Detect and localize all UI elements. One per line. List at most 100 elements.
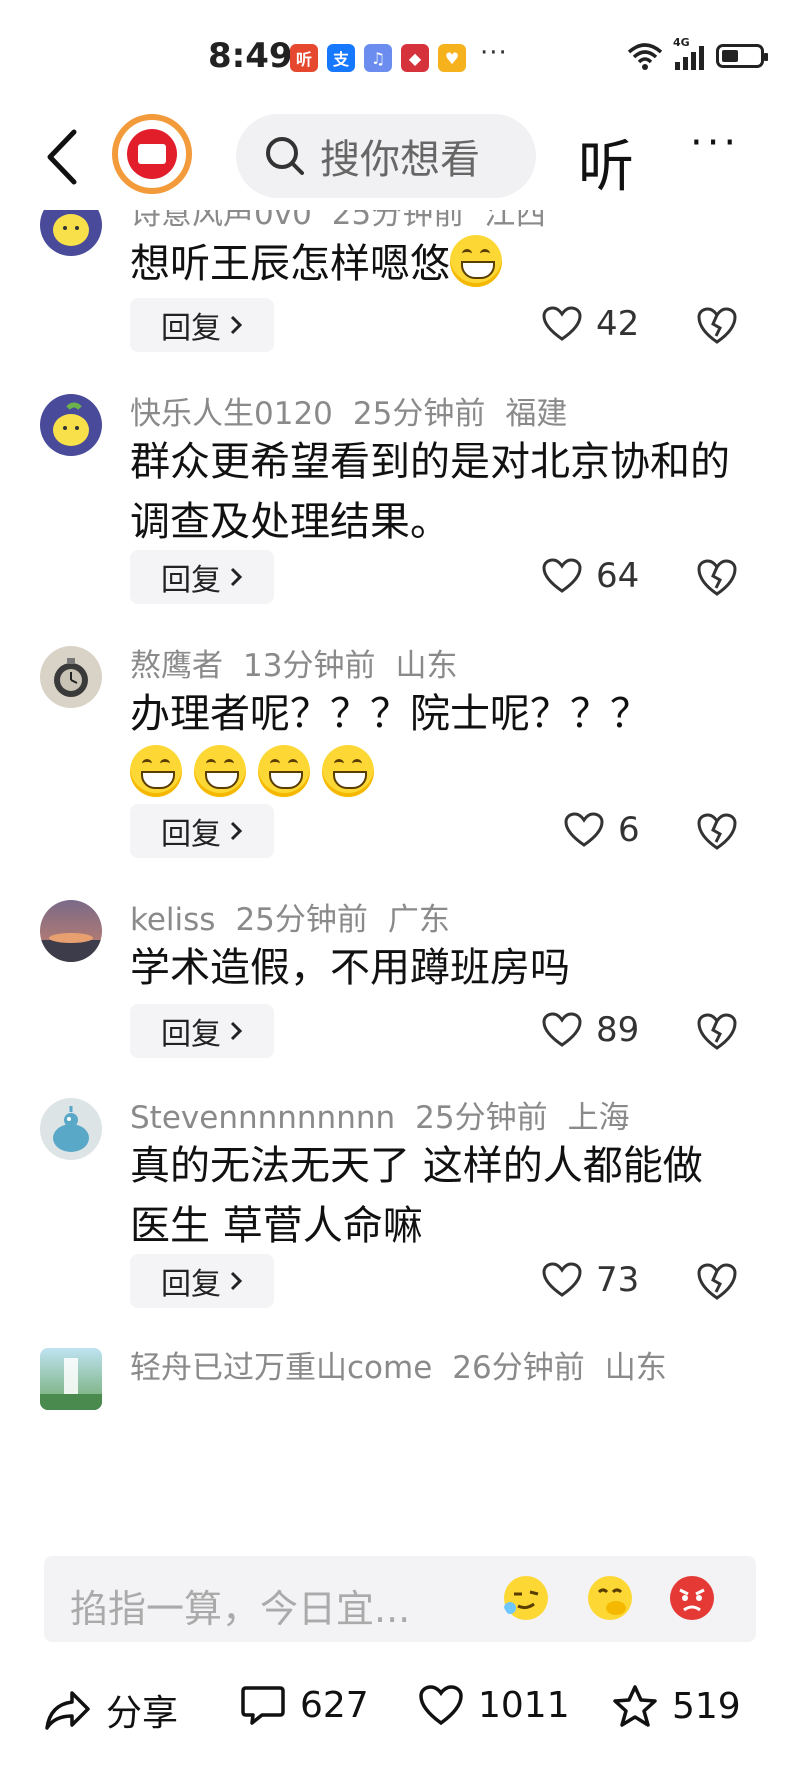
reply-button[interactable]: 回复 [130,1004,274,1058]
reply-button[interactable]: 回复 [130,550,274,604]
comment-text: 学术造假，不用蹲班房吗 [130,938,740,998]
reply-button[interactable]: 回复 [130,804,274,858]
heart-outline-icon [564,812,604,847]
like-button[interactable]: 89 [542,1010,639,1050]
broken-heart-icon[interactable] [696,1012,738,1052]
comment-meta: 快乐人生0120 25分钟前 福建 [130,388,587,433]
top-navigation: 搜你想看 听 ··· [0,100,800,210]
comment-username[interactable]: 快乐人生0120 [130,396,333,432]
comments-button[interactable]: 627 [240,1684,369,1726]
comment-username[interactable]: Stevennnnnnnnn [130,1100,395,1136]
comment-text: 真的无法无天了 这样的人都能做医生 草菅人命嘛 [130,1136,740,1256]
like-count: 89 [596,1010,640,1050]
search-box[interactable]: 搜你想看 [236,114,536,198]
like-button[interactable]: 42 [542,304,639,344]
chevron-left-icon [47,129,77,185]
reply-button[interactable]: 回复 [130,1254,274,1308]
heart-outline-icon [542,558,582,593]
chevron-right-icon [230,567,243,587]
reply-button[interactable]: 回复 [130,298,274,352]
comment-location: 广东 [387,902,450,938]
comment-meta: keliss 25分钟前 广东 [130,894,470,939]
broken-heart-icon[interactable] [696,558,738,598]
reply-label: 回复 [161,563,221,598]
comment-body: 想听王辰怎样嗯悠 [130,241,450,287]
like-post-button[interactable]: 1011 [418,1684,570,1726]
favorite-button[interactable]: 519 [612,1684,741,1728]
more-button[interactable]: ··· [690,120,740,166]
likes-count: 1011 [478,1684,570,1726]
comment-body: 办理者呢？？？院士呢？？？ [130,691,650,737]
broken-heart-icon[interactable] [696,812,738,852]
smug-emoji-icon[interactable] [502,1574,550,1622]
comment-time: 25分钟前 [235,902,368,938]
comment-username[interactable]: 熬鹰者 [130,648,223,684]
reply-label: 回复 [161,817,221,852]
comment-location: 上海 [567,1100,630,1136]
share-label: 分享 [106,1693,179,1734]
reply-label: 回复 [161,311,221,346]
broken-heart-icon[interactable] [696,306,738,346]
avatar[interactable] [40,900,102,962]
comment-location: 山东 [604,1350,667,1386]
chevron-right-icon [230,1271,243,1291]
comment-time: 25分钟前 [352,396,486,432]
coupon-icon: ♥ [438,44,466,72]
search-placeholder: 搜你想看 [320,137,480,183]
comment-time: 25分钟前 [415,1100,548,1136]
grin-emoji-icon [322,745,374,797]
comment-input[interactable]: 掐指一算，今日宜... [44,1556,756,1642]
avatar[interactable] [40,394,102,456]
comment-meta: 熬鹰者 13分钟前 山东 [130,640,477,685]
like-button[interactable]: 64 [542,556,639,596]
comment-username[interactable]: 诗意风声0v0 [130,210,312,232]
alipay-icon: 支 [327,44,355,72]
comment-text: 群众更希望看到的是对北京协和的调查及处理结果。 [130,432,740,552]
network-label: 4G [673,36,690,49]
avatar[interactable] [40,210,102,256]
like-count: 73 [596,1260,640,1300]
comment-meta: 诗意风声0v0 25分钟前 江西 [130,210,566,233]
comment-text: 办理者呢？？？院士呢？？？ [130,684,740,804]
reply-label: 回复 [161,1267,221,1302]
giggle-emoji-icon[interactable] [586,1574,634,1622]
comment-body: 群众更希望看到的是对北京协和的调查及处理结果。 [130,439,730,545]
comment-body: 真的无法无天了 这样的人都能做医生 草菅人命嘛 [130,1143,703,1249]
avatar[interactable] [40,1098,102,1160]
channel-avatar[interactable] [112,114,192,194]
search-icon [266,137,304,175]
bottom-action-bar: 分享 627 1011 519 [0,1650,800,1778]
comment-location: 山东 [395,648,458,684]
battery-icon [716,44,768,68]
more-notifications-icon: ··· [480,38,508,68]
share-button[interactable]: 分享 [44,1684,178,1736]
like-button[interactable]: 6 [564,810,640,850]
avatar[interactable] [40,1348,102,1410]
ting-app-icon: 听 [290,44,318,72]
chevron-right-icon [230,821,243,841]
comment-list: 诗意风声0v0 25分钟前 江西 想听王辰怎样嗯悠 回复 42 快乐人生0120 25… [0,210,800,1556]
share-icon [45,1691,90,1730]
angry-emoji-icon[interactable] [668,1574,716,1622]
like-count: 42 [596,304,640,344]
grin-emoji-icon [194,745,246,797]
listen-button[interactable]: 听 [578,122,634,203]
comment-time: 25分钟前 [331,210,465,232]
heart-outline-icon [542,1262,582,1297]
channel-logo-icon [127,129,177,179]
comment-username[interactable]: keliss [130,902,215,938]
wifi-icon [627,43,663,70]
music-icon: ♫ [364,44,392,72]
chevron-right-icon [230,1021,243,1041]
status-app-icons: 听 支 ♫ ◆ ♥ [290,44,466,72]
like-button[interactable]: 73 [542,1260,639,1300]
grin-emoji-icon [258,745,310,797]
comment-username[interactable]: 轻舟已过万重山come [130,1350,432,1386]
back-button[interactable] [36,122,86,192]
comment-text: 想听王辰怎样嗯悠 [130,234,740,294]
comment-time: 26分钟前 [452,1350,585,1386]
broken-heart-icon[interactable] [696,1262,738,1302]
grin-emoji-icon [450,235,502,287]
like-count: 64 [596,556,640,596]
avatar[interactable] [40,646,102,708]
